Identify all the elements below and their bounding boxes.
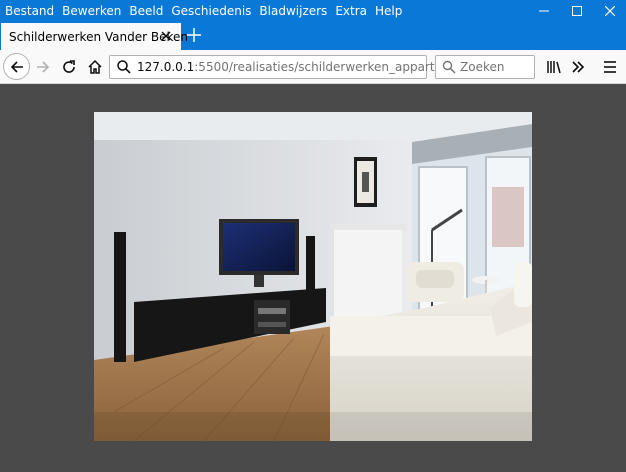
plus-icon bbox=[187, 28, 201, 42]
maximize-icon bbox=[571, 6, 582, 16]
menu-bewerken[interactable]: Bewerken bbox=[62, 0, 121, 22]
menu-extra[interactable]: Extra bbox=[335, 0, 367, 22]
back-button[interactable] bbox=[3, 53, 30, 80]
reload-button[interactable] bbox=[56, 54, 82, 80]
arrow-right-icon bbox=[37, 61, 50, 73]
close-icon bbox=[161, 31, 171, 41]
home-button[interactable] bbox=[82, 54, 108, 80]
nav-toolbar: 127.0.0.1:5500/realisaties/schilderwerke… bbox=[0, 50, 626, 84]
menu-geschiedenis[interactable]: Geschiedenis bbox=[171, 0, 251, 22]
home-icon bbox=[88, 59, 102, 74]
forward-button[interactable] bbox=[30, 54, 56, 80]
minimize-button[interactable] bbox=[527, 0, 560, 22]
menu-help[interactable]: Help bbox=[375, 0, 402, 22]
minimize-icon bbox=[538, 10, 549, 12]
library-icon bbox=[547, 61, 561, 74]
menu-bladwijzers[interactable]: Bladwijzers bbox=[259, 0, 327, 22]
chevron-double-right-icon bbox=[572, 61, 585, 73]
close-icon bbox=[604, 6, 615, 16]
maximize-button[interactable] bbox=[560, 0, 593, 22]
reload-icon bbox=[63, 60, 75, 73]
tab-close-button[interactable] bbox=[159, 29, 173, 43]
title-bar: Bestand Bewerken Beeld Geschiedenis Blad… bbox=[0, 0, 626, 22]
search-icon bbox=[117, 60, 131, 74]
search-placeholder: Zoeken bbox=[460, 60, 505, 74]
living-room-photo bbox=[94, 112, 532, 441]
hamburger-icon bbox=[604, 61, 616, 73]
library-button[interactable] bbox=[541, 54, 567, 80]
menu-button[interactable] bbox=[597, 54, 623, 80]
menu-bar: Bestand Bewerken Beeld Geschiedenis Blad… bbox=[0, 0, 410, 22]
search-bar[interactable]: Zoeken bbox=[435, 55, 535, 79]
page-content bbox=[0, 84, 626, 472]
close-window-button[interactable] bbox=[593, 0, 626, 22]
menu-beeld[interactable]: Beeld bbox=[129, 0, 163, 22]
tab-bar: Schilderwerken Vander Beken bbox=[0, 22, 626, 50]
search-icon bbox=[442, 60, 456, 74]
url-bar[interactable]: 127.0.0.1:5500/realisaties/schilderwerke… bbox=[109, 55, 504, 79]
new-tab-button[interactable] bbox=[186, 26, 202, 44]
url-host: 127.0.0.1 bbox=[137, 60, 195, 74]
arrow-left-icon bbox=[10, 60, 23, 73]
menu-bestand[interactable]: Bestand bbox=[5, 0, 54, 22]
tab-active[interactable]: Schilderwerken Vander Beken bbox=[1, 23, 188, 50]
overflow-button[interactable] bbox=[565, 54, 591, 80]
window-controls bbox=[527, 0, 626, 22]
